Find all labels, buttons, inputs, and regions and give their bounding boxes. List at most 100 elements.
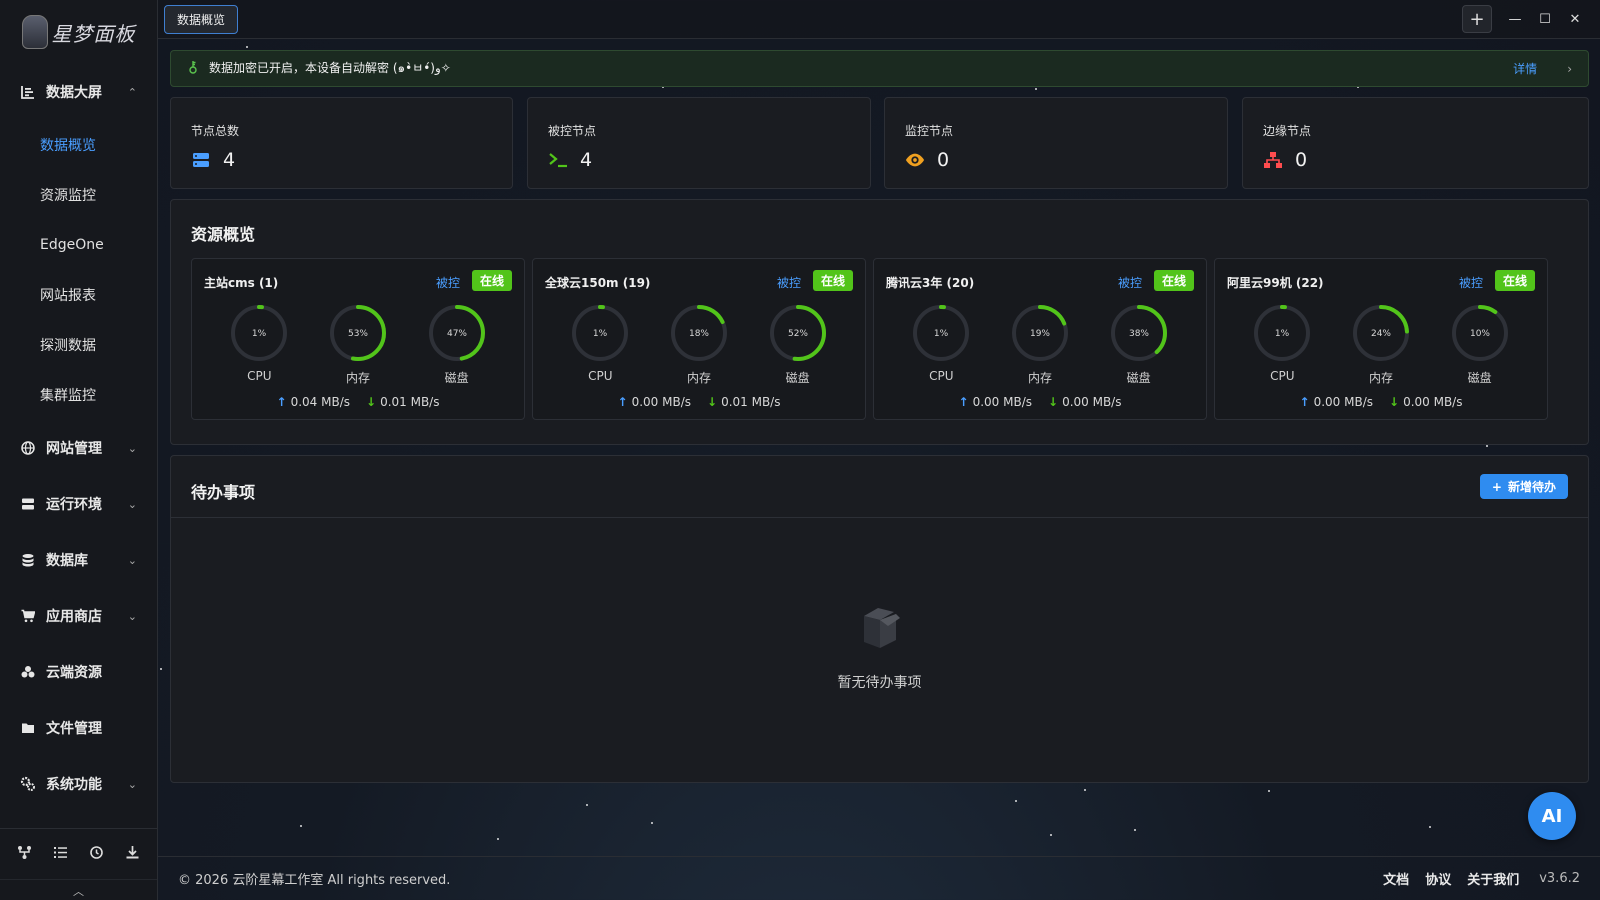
cart-icon xyxy=(20,608,36,624)
branch-icon[interactable] xyxy=(17,845,32,864)
nav-group-runtime[interactable]: 运行环境 ⌄ xyxy=(0,476,157,532)
chevron-down-icon: ⌄ xyxy=(127,609,137,623)
upload-speed: ↑ 0.04 MB/s xyxy=(277,395,350,409)
app-logo[interactable]: 星梦面板 xyxy=(0,0,157,64)
arrow-up-icon: ↑ xyxy=(617,395,628,409)
gauge-ring: 24% xyxy=(1352,305,1409,361)
server-icon xyxy=(20,496,36,512)
maximize-button[interactable]: ☐ xyxy=(1530,5,1560,33)
arrow-up-icon: ↑ xyxy=(276,395,287,409)
cpu-gauge: 1% CPU xyxy=(227,301,291,386)
gauge-value: 38% xyxy=(1129,329,1149,339)
gauge-ring: 38% xyxy=(1110,305,1167,361)
add-tab-button[interactable]: + xyxy=(1462,5,1492,33)
download-value: 0.00 MB/s xyxy=(1062,395,1122,409)
list-icon[interactable] xyxy=(53,845,68,864)
globe-icon xyxy=(20,440,36,456)
nav-group-app-store[interactable]: 应用商店 ⌄ xyxy=(0,588,157,644)
stat-label: 监控节点 xyxy=(905,124,954,138)
mem-gauge: 53% 内存 xyxy=(326,301,390,386)
stat-card-controlled-nodes: 被控节点 4 xyxy=(527,97,871,189)
nav-item-edgeone[interactable]: EdgeOne xyxy=(0,220,157,270)
panel-title: 资源概览 xyxy=(191,225,256,244)
upload-value: 0.04 MB/s xyxy=(290,395,350,409)
key-icon xyxy=(187,60,199,78)
stat-label: 节点总数 xyxy=(191,124,240,138)
banner-detail-link[interactable]: 详情 xyxy=(1513,60,1537,77)
gauge-value: 1% xyxy=(1275,329,1290,339)
folder-icon xyxy=(20,720,36,736)
tab-overview[interactable]: 数据概览 xyxy=(164,5,239,34)
dashboard-icon xyxy=(20,84,36,100)
nav-group-database[interactable]: 数据库 ⌄ xyxy=(0,532,157,588)
add-todo-label: 新增待办 xyxy=(1507,480,1556,494)
terminal-icon xyxy=(548,150,568,170)
nav-item-cluster-monitor[interactable]: 集群监控 xyxy=(0,370,157,420)
chevron-up-icon: ⌃ xyxy=(127,85,137,99)
stat-card-total-nodes: 节点总数 4 xyxy=(170,97,513,189)
gauge-ring: 1% xyxy=(572,305,629,361)
upload-value: 0.00 MB/s xyxy=(631,395,691,409)
download-speed: ↓ 0.00 MB/s xyxy=(1389,395,1462,409)
chevron-up-icon: ︿ xyxy=(73,884,84,898)
sidebar-collapse-button[interactable]: ︿ xyxy=(0,879,157,900)
nav-group-system[interactable]: 系统功能 ⌄ xyxy=(0,756,157,812)
nav-item-probe-data[interactable]: 探测数据 xyxy=(0,320,157,370)
gauge-label: CPU xyxy=(588,369,613,383)
sidebar: 星梦面板 数据大屏 ⌃ 数据概览 资源监控 EdgeOne 网站报表 探测数据 … xyxy=(0,0,158,900)
nav-group-website[interactable]: 网站管理 ⌄ xyxy=(0,420,157,476)
logo-avatar-icon xyxy=(21,15,48,49)
controlled-tag[interactable]: 被控 xyxy=(436,274,460,291)
close-button[interactable]: ✕ xyxy=(1560,5,1590,33)
gauge-value: 1% xyxy=(252,329,267,339)
upload-speed: ↑ 0.00 MB/s xyxy=(959,395,1032,409)
minimize-button[interactable]: — xyxy=(1500,5,1530,33)
add-todo-button[interactable]: + 新增待办 xyxy=(1479,474,1568,499)
plus-icon: + xyxy=(1469,8,1485,30)
server-card[interactable]: 阿里云99机 (22) 被控 在线 1% CPU 24% 内存 10% 磁盘 ↑ 0 xyxy=(1214,258,1548,420)
controlled-tag[interactable]: 被控 xyxy=(1459,274,1483,291)
upload-speed: ↑ 0.00 MB/s xyxy=(1300,395,1373,409)
upload-speed: ↑ 0.00 MB/s xyxy=(618,395,691,409)
cpu-gauge: 1% CPU xyxy=(1250,301,1314,386)
gauge-label: 内存 xyxy=(345,371,370,385)
controlled-tag[interactable]: 被控 xyxy=(777,274,801,291)
chevron-right-icon[interactable]: › xyxy=(1567,62,1572,76)
gauge-value: 18% xyxy=(689,329,709,339)
server-card[interactable]: 主站cms (1) 被控 在线 1% CPU 53% 内存 47% 磁盘 ↑ 0.0 xyxy=(191,258,525,420)
nav-group-label: 数据大屏 xyxy=(46,85,102,101)
panel-title: 待办事项 xyxy=(191,483,256,502)
empty-text: 暂无待办事项 xyxy=(837,675,922,691)
cloud-icon xyxy=(20,664,36,680)
gauge-ring: 18% xyxy=(670,305,727,361)
database-icon xyxy=(20,552,36,568)
nav-item-overview[interactable]: 数据概览 xyxy=(0,120,157,170)
gauge-row: 1% CPU 53% 内存 47% 磁盘 xyxy=(192,301,524,386)
server-name: 全球云150m (19) xyxy=(545,276,651,290)
history-icon[interactable] xyxy=(89,845,104,864)
footer-link-about[interactable]: 关于我们 xyxy=(1467,869,1519,888)
disk-gauge: 52% 磁盘 xyxy=(766,301,830,386)
ai-assistant-button[interactable]: AI xyxy=(1528,792,1576,840)
server-card[interactable]: 腾讯云3年 (20) 被控 在线 1% CPU 19% 内存 38% 磁盘 ↑ 0. xyxy=(873,258,1207,420)
download-icon[interactable] xyxy=(125,845,140,864)
gauge-ring: 53% xyxy=(329,305,386,361)
nav-group-files[interactable]: 文件管理 xyxy=(0,700,157,756)
nav-group-label: 数据库 xyxy=(46,553,88,569)
network-icon xyxy=(1263,150,1283,170)
controlled-tag[interactable]: 被控 xyxy=(1118,274,1142,291)
footer-link-docs[interactable]: 文档 xyxy=(1383,869,1409,888)
chevron-down-icon: ⌄ xyxy=(127,497,137,511)
nav-group-cloud[interactable]: 云端资源 xyxy=(0,644,157,700)
nav-group-label: 网站管理 xyxy=(46,441,102,457)
gauge-row: 1% CPU 19% 内存 38% 磁盘 xyxy=(874,301,1206,386)
disk-gauge: 47% 磁盘 xyxy=(425,301,489,386)
window-controls: + — ☐ ✕ xyxy=(1462,5,1590,33)
plus-icon: + xyxy=(1491,479,1502,494)
nav-group-dashboard[interactable]: 数据大屏 ⌃ xyxy=(0,64,157,120)
server-card[interactable]: 全球云150m (19) 被控 在线 1% CPU 18% 内存 52% 磁盘 ↑ xyxy=(532,258,866,420)
nav-item-resource-monitor[interactable]: 资源监控 xyxy=(0,170,157,220)
network-speed: ↑ 0.00 MB/s ↓ 0.00 MB/s xyxy=(874,395,1206,409)
footer-link-agreement[interactable]: 协议 xyxy=(1425,869,1451,888)
nav-item-site-report[interactable]: 网站报表 xyxy=(0,270,157,320)
